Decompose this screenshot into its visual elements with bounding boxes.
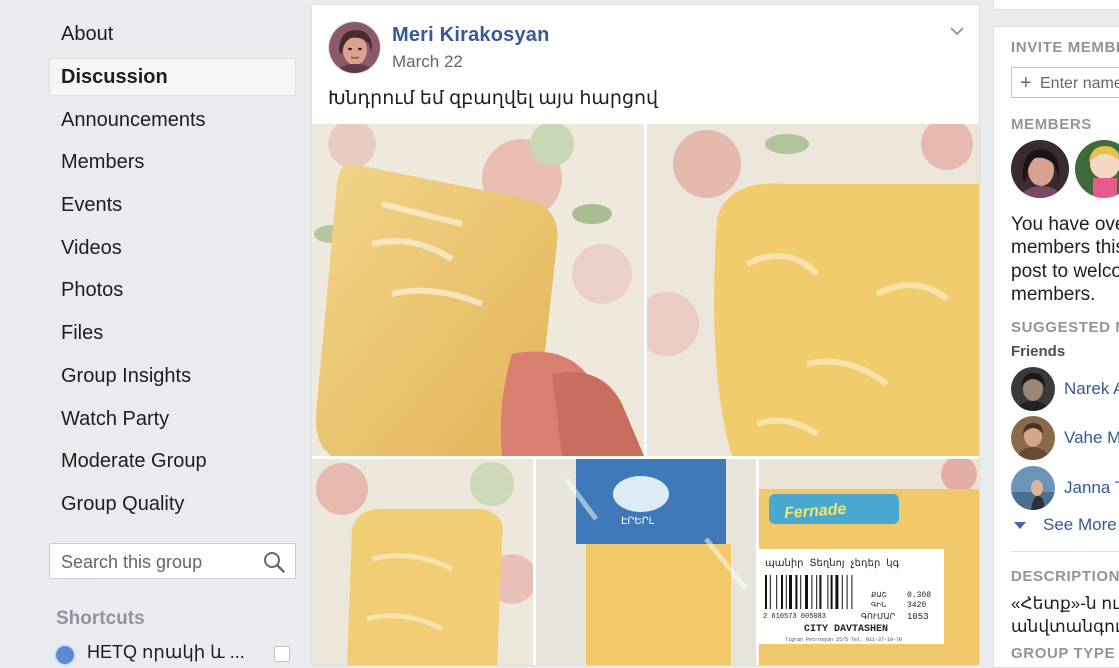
members-heading[interactable]: MEMBERS (1011, 116, 1092, 133)
post-photo[interactable] (647, 124, 979, 456)
friend-avatar (1011, 466, 1055, 510)
friend-avatar (1011, 416, 1055, 460)
suggested-friend[interactable]: Narek A (1011, 367, 1119, 411)
post-date[interactable]: March 22 (392, 52, 463, 72)
weight-value: 0.308 (907, 591, 931, 600)
label-header: պանիր Տեղնոյ չեդեր կգ (765, 558, 900, 570)
group-icon (54, 644, 76, 666)
price-label: ԳԻՆ (871, 601, 886, 610)
store-name: CITY DAVTASHEN (804, 624, 888, 635)
nav-item-events[interactable]: Events (49, 186, 296, 224)
chevron-down-icon[interactable] (949, 23, 965, 39)
invite-members-input[interactable] (1038, 68, 1119, 99)
friend-avatar (1011, 367, 1055, 411)
group-sidebar-card: INVITE MEMBERS + MEMBERS You have over m… (993, 26, 1119, 668)
group-type-heading: GROUP TYPE (1011, 645, 1116, 662)
see-more-label: See More (1043, 515, 1117, 534)
author-avatar[interactable] (328, 21, 381, 74)
caret-down-icon (1014, 522, 1026, 529)
invite-members-heading: INVITE MEMBERS (1011, 39, 1119, 56)
shortcut-item[interactable]: HETQ որակի և ... (54, 640, 294, 666)
left-navigation: About Discussion Announcements Members E… (0, 0, 300, 666)
description-line: «Հետք»-ն ուս (1011, 594, 1119, 613)
svg-text:ԷՐԵՐԼ: ԷՐԵՐԼ (621, 516, 655, 527)
post-photo[interactable]: Fernade պանիր Տեղնոյ չեդեր կգ ՔԱՇ 0.308 … (759, 459, 979, 665)
description-heading: DESCRIPTION (1011, 568, 1119, 585)
nav-item-watch-party[interactable]: Watch Party (49, 400, 296, 438)
nav-item-announcements[interactable]: Announcements (49, 101, 296, 139)
nav-item-photos[interactable]: Photos (49, 271, 296, 309)
shortcut-label: HETQ որակի և ... (87, 642, 245, 662)
nav-item-about[interactable]: About (49, 15, 296, 53)
group-description: «Հետք»-ն ուս անվտանգութ (1011, 592, 1119, 638)
weight-label: ՔԱՇ (871, 591, 887, 600)
invite-members-field: + (1011, 67, 1119, 99)
shortcut-checkbox[interactable] (274, 646, 290, 662)
plus-icon: + (1020, 72, 1032, 94)
total-label: ԳՈՒՄԱՐ (861, 613, 896, 622)
friends-label: Friends (1011, 343, 1066, 360)
group-search-input[interactable] (50, 544, 268, 580)
shortcuts-heading: Shortcuts (56, 608, 145, 629)
total-value: 1053 (907, 612, 929, 622)
welcome-members-text: You have over members this post to welco… (1011, 213, 1119, 306)
post-card: Meri Kirakosyan March 22 Խնդրում եմ զբաղ… (311, 4, 980, 666)
nav-item-files[interactable]: Files (49, 314, 296, 352)
suggested-friend[interactable]: Janna T (1011, 466, 1119, 510)
nav-item-videos[interactable]: Videos (49, 229, 296, 267)
description-line: անվտանգութ (1011, 617, 1119, 636)
nav-item-group-quality[interactable]: Group Quality (49, 485, 296, 523)
right-top-card (993, 0, 1119, 10)
store-address: Tigran Petrosyan 25/5 Tel. 011-37-19-70 (785, 637, 902, 643)
member-avatar[interactable] (1011, 140, 1069, 198)
welcome-line: You have over (1011, 214, 1119, 235)
price-value: 3420 (907, 601, 926, 610)
search-icon[interactable] (263, 551, 285, 573)
suggested-members-heading: SUGGESTED MEMBERS (1011, 319, 1119, 336)
welcome-line: post to welcom (1011, 260, 1119, 282)
nav-item-moderate-group[interactable]: Moderate Group (49, 442, 296, 480)
post-photo[interactable]: ԷՐԵՐԼ (536, 459, 756, 665)
post-photo[interactable] (312, 124, 644, 456)
post-author-name[interactable]: Meri Kirakosyan (392, 24, 550, 47)
nav-item-members[interactable]: Members (49, 143, 296, 181)
divider (1011, 551, 1119, 552)
suggested-friend[interactable]: Vahe Ma (1011, 416, 1119, 460)
welcome-line: members. (1011, 283, 1096, 305)
barcode-number: 2 610573 005083 (763, 613, 826, 621)
friend-name: Vahe Ma (1064, 428, 1119, 447)
friend-name: Janna T (1064, 478, 1119, 497)
welcome-line: members this (1011, 237, 1119, 259)
group-search (49, 543, 296, 580)
post-photo[interactable] (312, 459, 533, 665)
post-text: Խնդրում եմ զբաղվել այս հարցով (328, 88, 659, 109)
member-avatar[interactable] (1075, 140, 1119, 198)
nav-item-discussion[interactable]: Discussion (49, 58, 296, 96)
nav-item-group-insights[interactable]: Group Insights (49, 357, 296, 395)
friend-name: Narek A (1064, 379, 1119, 398)
